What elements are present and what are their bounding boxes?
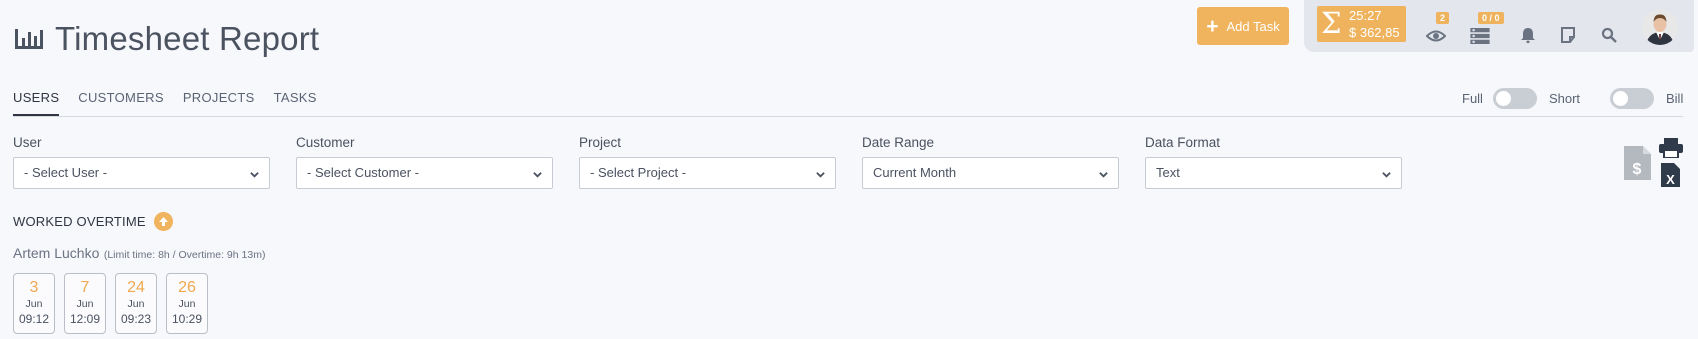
watch-badge: 2 [1436,12,1450,24]
tab-users[interactable]: USERS [13,90,60,116]
overtime-days-list: 3 Jun 09:12 7 Jun 12:09 24 Jun 09:23 26 … [13,273,217,334]
avatar-icon [1642,9,1678,45]
add-task-label: Add Task [1226,18,1280,34]
day-month: Jun [76,298,94,310]
arrow-up-icon [158,217,168,226]
bill-switch[interactable] [1610,88,1654,109]
data-format-label: Data Format [1145,135,1221,150]
overtime-user-name: Artem Luchko [13,245,100,261]
project-select-value: - Select Project - [590,165,687,180]
overtime-day-card[interactable]: 24 Jun 09:23 [115,273,157,334]
add-task-button[interactable]: + Add Task [1197,7,1289,45]
customer-filter: Customer - Select Customer - [296,135,553,189]
day-time: 10:29 [171,312,203,326]
print-icon[interactable] [1659,138,1683,158]
user-filter: User - Select User - [13,135,270,189]
customer-select[interactable]: - Select Customer - [296,157,553,189]
page-header: Timesheet Report [15,20,319,58]
data-format-value: Text [1156,165,1180,180]
user-select-value: - Select User - [24,165,108,180]
tab-divider [13,116,1683,117]
report-tabs: USERS CUSTOMERS PROJECTS TASKS [13,90,336,116]
overtime-section-heading: WORKED OVERTIME [13,212,173,231]
day-time: 09:12 [18,312,50,326]
full-short-switch[interactable] [1492,88,1537,109]
bill-label: Bill [1666,91,1684,106]
eye-icon[interactable] [1426,28,1446,44]
day-time: 09:23 [120,312,152,326]
overtime-day-card[interactable]: 3 Jun 09:12 [13,273,55,334]
timer-amount: $ 362,85 [1349,25,1400,40]
tab-tasks[interactable]: TASKS [274,90,317,116]
data-format-select[interactable]: Text [1145,157,1402,189]
full-label: Full [1462,91,1483,106]
server-icon[interactable] [1470,28,1490,44]
day-number: 24 [127,279,145,296]
day-month: Jun [25,298,43,310]
customer-select-value: - Select Customer - [307,165,419,180]
date-range-value: Current Month [873,165,957,180]
day-month: Jun [178,298,196,310]
chevron-down-icon [816,172,825,178]
bar-chart-icon [15,29,43,49]
user-filter-label: User [13,135,42,150]
user-select[interactable]: - Select User - [13,157,270,189]
full-short-toggle-group: Full Short [1462,88,1580,109]
overtime-day-card[interactable]: 7 Jun 12:09 [64,273,106,334]
date-range-label: Date Range [862,135,935,150]
bill-toggle-group: Bill [1610,88,1683,109]
tab-projects[interactable]: PROJECTS [183,90,255,116]
day-number: 26 [178,279,196,296]
bell-icon[interactable] [1518,27,1538,43]
svg-text:X: X [1666,172,1675,187]
top-toolbar: Σ 25:27 $ 362,85 2 0 / 0 [1304,0,1694,52]
tasks-badge: 0 / 0 [1478,12,1504,24]
collapse-overtime-button[interactable] [153,212,173,231]
user-avatar[interactable] [1642,9,1678,45]
overtime-user: Artem Luchko (Limit time: 8h / Overtime:… [13,245,265,263]
day-number: 3 [29,279,39,296]
tab-customers[interactable]: CUSTOMERS [78,90,164,116]
overtime-day-card[interactable]: 26 Jun 10:29 [166,273,208,334]
chevron-down-icon [533,172,542,178]
customer-filter-label: Customer [296,135,355,150]
project-filter-label: Project [579,135,622,150]
svg-text:$: $ [1633,161,1642,178]
overtime-heading: WORKED OVERTIME [13,214,146,229]
invoice-icon[interactable]: $ [1624,146,1651,180]
excel-icon[interactable]: X [1661,163,1680,187]
sticky-note-icon[interactable] [1558,27,1578,43]
overtime-limit-note: (Limit time: 8h / Overtime: 9h 13m) [103,249,266,261]
timer-time: 25:27 [1349,8,1382,23]
date-range-filter: Date Range Current Month [862,135,1119,189]
sigma-icon: Σ [1321,6,1342,40]
chevron-down-icon [1099,172,1108,178]
project-filter: Project - Select Project - [579,135,836,189]
chevron-down-icon [250,172,259,178]
data-format-filter: Data Format Text [1145,135,1402,189]
day-time: 12:09 [69,312,101,326]
chevron-down-icon [1382,172,1391,178]
date-range-select[interactable]: Current Month [862,157,1119,189]
page-title: Timesheet Report [55,20,320,57]
search-icon[interactable] [1599,27,1619,43]
timer-widget[interactable]: Σ 25:27 $ 362,85 [1317,6,1406,42]
short-label: Short [1548,91,1581,106]
day-month: Jun [127,298,145,310]
day-number: 7 [80,279,90,296]
project-select[interactable]: - Select Project - [579,157,836,189]
plus-icon: + [1206,14,1219,38]
